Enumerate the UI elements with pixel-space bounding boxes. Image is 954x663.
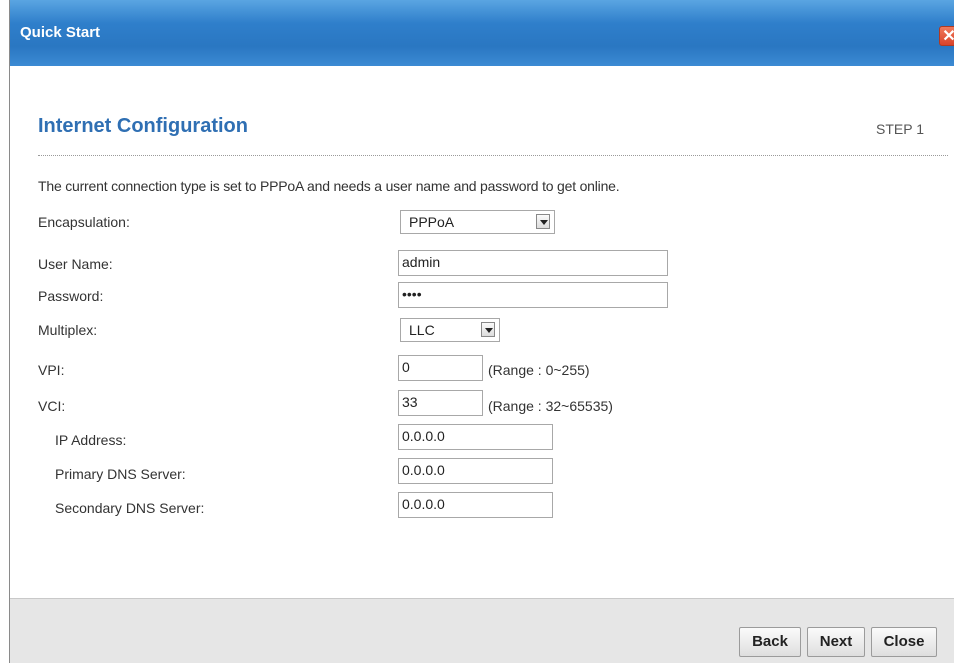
vpi-label: VPI: bbox=[38, 362, 65, 378]
secondary-dns-label: Secondary DNS Server: bbox=[55, 500, 205, 516]
chevron-down-icon bbox=[481, 322, 495, 337]
encapsulation-select[interactable]: PPPoA bbox=[400, 210, 555, 234]
divider bbox=[38, 155, 948, 156]
quick-start-dialog: Quick Start ✕ Internet Configuration STE… bbox=[9, 0, 954, 663]
vci-range: (Range : 32~65535) bbox=[488, 398, 613, 414]
secondary-dns-field[interactable]: 0.0.0.0 bbox=[398, 492, 553, 518]
chevron-down-icon bbox=[536, 214, 550, 229]
multiplex-value: LLC bbox=[409, 322, 435, 338]
next-button[interactable]: Next bbox=[807, 627, 865, 657]
primary-dns-field[interactable]: 0.0.0.0 bbox=[398, 458, 553, 484]
title-bar: Quick Start ✕ bbox=[10, 0, 954, 66]
vpi-field[interactable]: 0 bbox=[398, 355, 483, 381]
encapsulation-value: PPPoA bbox=[409, 214, 455, 230]
primary-dns-label: Primary DNS Server: bbox=[55, 466, 186, 482]
vpi-range: (Range : 0~255) bbox=[488, 362, 590, 378]
close-button[interactable]: Close bbox=[871, 627, 937, 657]
username-label: User Name: bbox=[38, 256, 113, 272]
vci-label: VCI: bbox=[38, 398, 66, 414]
window-title: Quick Start bbox=[20, 24, 101, 41]
password-label: Password: bbox=[38, 288, 104, 304]
page-title: Internet Configuration bbox=[38, 115, 248, 137]
back-button[interactable]: Back bbox=[739, 627, 801, 657]
close-icon[interactable]: ✕ bbox=[939, 26, 954, 46]
ip-address-label: IP Address: bbox=[55, 432, 127, 448]
intro-text: The current connection type is set to PP… bbox=[38, 178, 620, 194]
step-indicator: STEP 1 bbox=[876, 121, 924, 137]
multiplex-select[interactable]: LLC bbox=[400, 318, 500, 342]
multiplex-label: Multiplex: bbox=[38, 322, 98, 338]
username-field[interactable]: admin bbox=[398, 250, 668, 276]
encapsulation-label: Encapsulation: bbox=[38, 214, 130, 230]
vci-field[interactable]: 33 bbox=[398, 390, 483, 416]
password-field[interactable]: •••• bbox=[398, 282, 668, 308]
ip-address-field[interactable]: 0.0.0.0 bbox=[398, 424, 553, 450]
